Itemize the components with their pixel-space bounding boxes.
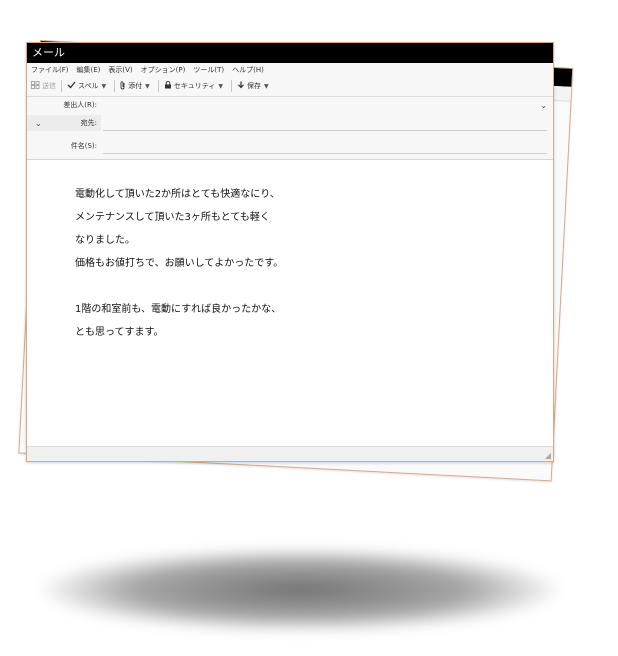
window-title: メール [27, 43, 553, 63]
save-button[interactable]: 保存 [237, 81, 261, 91]
body-line: なりました。 [75, 235, 135, 246]
menu-file[interactable]: ファイル(F) [31, 65, 69, 75]
chevron-down-icon[interactable]: ▼ [145, 83, 150, 90]
lock-icon [164, 80, 172, 91]
toolbar: 送信 スペル ▼ 添付 ▼ セキュリティ ▼ 保存 ▼ [27, 76, 553, 97]
menu-help[interactable]: ヘルプ(H) [232, 65, 264, 75]
from-label: 差出人(R): [63, 101, 97, 109]
toolbar-separator [114, 80, 116, 92]
send-icon [31, 81, 40, 91]
checkmark-icon [67, 81, 76, 91]
from-row: 差出人(R): ⌄ [27, 97, 553, 113]
subject-field[interactable] [103, 138, 547, 154]
drop-shadow [40, 548, 560, 632]
toolbar-separator [61, 80, 62, 92]
body-line: 価格もお値打ちで、お願いしてよかったです。 [75, 258, 284, 269]
security-button[interactable]: セキュリティ [164, 80, 216, 91]
menu-edit[interactable]: 編集(E) [77, 65, 101, 75]
body-line [75, 275, 515, 298]
toolbar-separator [157, 80, 159, 92]
body-line: 1階の和室前も、電動にすれば良かったかな、 [75, 304, 282, 315]
menu-bar: ファイル(F) 編集(E) 表示(V) オプション(P) ツール(T) ヘルプ(… [27, 63, 553, 76]
spell-button[interactable]: スペル [67, 81, 99, 91]
download-arrow-icon [237, 81, 245, 91]
from-field[interactable] [103, 98, 547, 113]
body-line: 電動化して頂いた2か所はとても快適なにり、 [75, 189, 280, 200]
message-body[interactable]: 電動化して頂いた2か所はとても快適なにり、 メンテナンスして頂いた3ヶ所もとても… [75, 183, 515, 344]
send-button[interactable]: 送信 [31, 81, 56, 91]
status-bar: ◢ [27, 446, 553, 461]
chevron-down-icon[interactable]: ▼ [102, 83, 107, 90]
menu-tools[interactable]: ツール(T) [193, 65, 224, 75]
save-label: 保存 [246, 82, 261, 90]
spell-label: スペル [78, 82, 99, 90]
menu-view[interactable]: 表示(V) [108, 65, 132, 75]
attach-label: 添付 [128, 82, 143, 90]
chevron-down-icon[interactable]: ▼ [264, 83, 269, 90]
subject-row: 件名(S): [27, 138, 553, 154]
chevron-down-icon[interactable]: ⌄ [540, 101, 547, 110]
body-line: とも思ってすます。 [75, 327, 164, 338]
mail-compose-window: メール ファイル(F) 編集(E) 表示(V) オプション(P) ツール(T) … [26, 42, 554, 462]
body-line: メンテナンスして頂いた3ヶ所もとても軽く [75, 212, 270, 223]
subject-label: 件名(S): [70, 142, 97, 150]
chevron-down-icon[interactable]: ▼ [218, 83, 223, 90]
to-label: 宛先: [80, 119, 97, 127]
chevron-down-icon[interactable]: ⌄ [35, 119, 42, 128]
attach-button[interactable]: 添付 [120, 80, 143, 92]
resize-grip-icon[interactable]: ◢ [545, 451, 551, 460]
message-header: 差出人(R): ⌄ ⌄ 宛先: 件名(S): [27, 97, 553, 160]
menu-options[interactable]: オプション(P) [141, 65, 186, 75]
security-label: セキュリティ [173, 82, 216, 90]
to-field[interactable] [103, 115, 547, 131]
send-label: 送信 [42, 82, 56, 90]
paperclip-icon [120, 80, 126, 92]
toolbar-separator [230, 80, 232, 92]
to-row: ⌄ 宛先: [27, 115, 553, 131]
